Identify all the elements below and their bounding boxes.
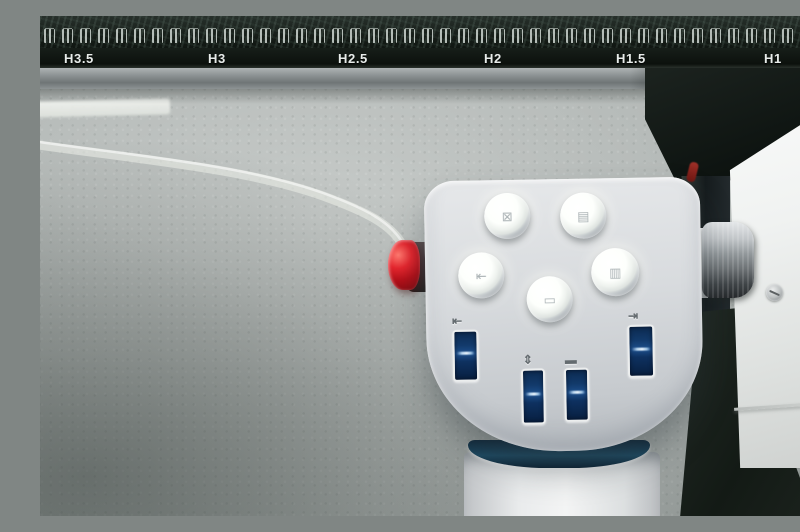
block-up-down-icon: ⇕ bbox=[523, 354, 533, 366]
emergency-stop-knob bbox=[388, 240, 420, 290]
ruler-tick-marks bbox=[44, 29, 800, 45]
rail-label-h3-5: H3.5 bbox=[64, 51, 94, 66]
coarse-feed-back-switch bbox=[452, 329, 479, 381]
rail-label-h2-5: H2.5 bbox=[338, 51, 368, 66]
photo-microtome-control-panel: Close-up photograph of a laboratory micr… bbox=[40, 16, 800, 516]
hatched-bar-icon: ▬ bbox=[565, 354, 577, 366]
trim-mode-button: ⊠ bbox=[484, 193, 531, 240]
block-face-button: ▥ bbox=[591, 248, 640, 297]
hatched-panel-icon: ▥ bbox=[609, 265, 622, 278]
rail-label-h1: H1 bbox=[764, 51, 782, 66]
rail-label-h1-5: H1.5 bbox=[616, 51, 646, 66]
section-advance-switch bbox=[564, 368, 590, 422]
arrow-left-block-icon: ⇤ bbox=[452, 315, 462, 327]
specimen-up-down-switch bbox=[521, 368, 546, 424]
retract-button: ⇤ bbox=[458, 252, 505, 299]
arrow-left-stop-icon: ⇤ bbox=[476, 269, 487, 282]
home-position-button: ▭ bbox=[526, 276, 573, 323]
rail-label-band bbox=[40, 48, 800, 68]
control-pendant: ⊠ ▤ ⇤ ▭ ▥ ⇤ ⇕ ▬ ⇥ bbox=[424, 177, 705, 454]
arrow-right-block-icon: ⇥ bbox=[628, 310, 638, 322]
coarse-feed-forward-switch bbox=[627, 324, 655, 377]
specimen-table-button: ▤ bbox=[560, 192, 607, 239]
pivot-cylinder bbox=[702, 222, 754, 298]
box-with-x-icon: ⊠ bbox=[502, 209, 513, 222]
housing-screw bbox=[766, 284, 783, 301]
measurement-rail: H3.5 H3 H2.5 H2 H1.5 H1 bbox=[40, 16, 800, 70]
hatched-block-icon: ▤ bbox=[577, 209, 590, 222]
rectangle-icon: ▭ bbox=[543, 293, 556, 306]
rail-label-h2: H2 bbox=[484, 51, 502, 66]
rail-label-h3: H3 bbox=[208, 51, 226, 66]
